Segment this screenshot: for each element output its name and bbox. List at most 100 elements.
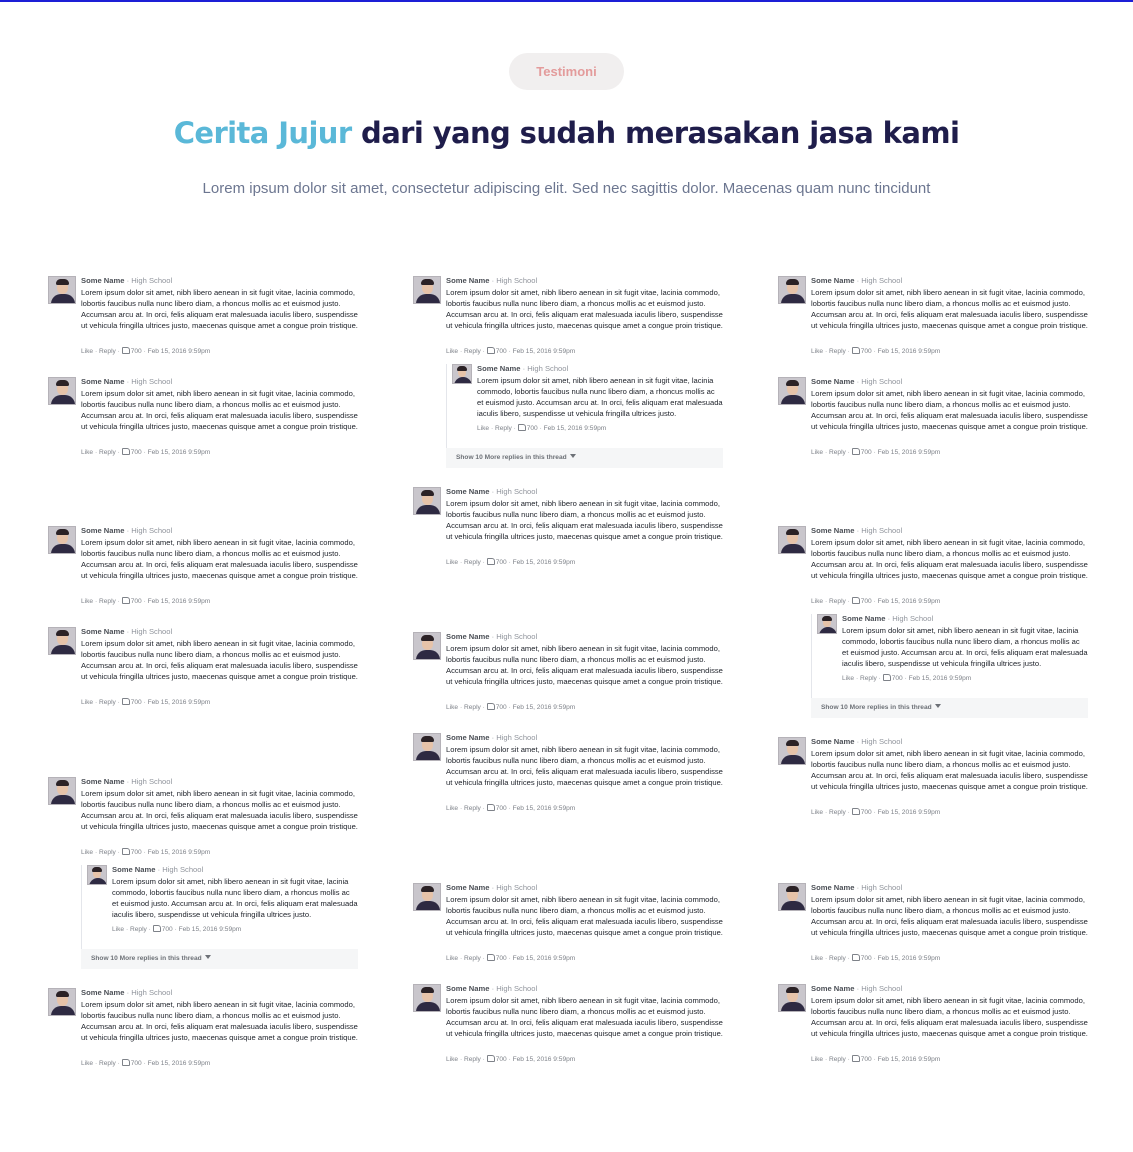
avatar[interactable] bbox=[48, 988, 76, 1016]
comment-date[interactable]: Feb 15, 2016 9:59pm bbox=[148, 598, 211, 605]
avatar[interactable] bbox=[778, 984, 806, 1012]
reply-link[interactable]: Reply bbox=[495, 425, 512, 432]
avatar[interactable] bbox=[48, 777, 76, 805]
like-link[interactable]: Like bbox=[446, 1056, 458, 1063]
comment-date[interactable]: Feb 15, 2016 9:59pm bbox=[148, 348, 211, 355]
reply-link[interactable]: Reply bbox=[130, 926, 147, 933]
commenter-name[interactable]: Some Name bbox=[446, 733, 489, 742]
avatar[interactable] bbox=[452, 364, 472, 384]
commenter-name[interactable]: Some Name bbox=[81, 526, 124, 535]
reply-link[interactable]: Reply bbox=[99, 598, 116, 605]
avatar[interactable] bbox=[87, 865, 107, 885]
reply-link[interactable]: Reply bbox=[464, 704, 481, 711]
avatar[interactable] bbox=[48, 627, 76, 655]
reply-date[interactable]: Feb 15, 2016 9:59pm bbox=[544, 425, 607, 432]
comment-date[interactable]: Feb 15, 2016 9:59pm bbox=[513, 805, 576, 812]
commenter-name[interactable]: Some Name bbox=[446, 883, 489, 892]
reply-link[interactable]: Reply bbox=[464, 955, 481, 962]
reply-link[interactable]: Reply bbox=[464, 559, 481, 566]
commenter-name[interactable]: Some Name bbox=[81, 276, 124, 285]
avatar[interactable] bbox=[48, 377, 76, 405]
avatar[interactable] bbox=[778, 883, 806, 911]
reply-link[interactable]: Reply bbox=[829, 348, 846, 355]
reply-link[interactable]: Reply bbox=[464, 1056, 481, 1063]
like-link[interactable]: Like bbox=[446, 805, 458, 812]
comment-date[interactable]: Feb 15, 2016 9:59pm bbox=[148, 449, 211, 456]
like-link[interactable]: Like bbox=[446, 559, 458, 566]
like-link[interactable]: Like bbox=[81, 1060, 93, 1067]
like-link[interactable]: Like bbox=[811, 1056, 823, 1063]
commenter-name[interactable]: Some Name bbox=[811, 276, 854, 285]
avatar[interactable] bbox=[778, 526, 806, 554]
comment-date[interactable]: Feb 15, 2016 9:59pm bbox=[878, 955, 941, 962]
reply-link[interactable]: Reply bbox=[464, 805, 481, 812]
comment-date[interactable]: Feb 15, 2016 9:59pm bbox=[878, 348, 941, 355]
reply-link[interactable]: Reply bbox=[99, 849, 116, 856]
like-link[interactable]: Like bbox=[811, 449, 823, 456]
commenter-name[interactable]: Some Name bbox=[81, 777, 124, 786]
reply-link[interactable]: Reply bbox=[464, 348, 481, 355]
reply-link[interactable]: Reply bbox=[99, 449, 116, 456]
like-link[interactable]: Like bbox=[811, 598, 823, 605]
comment-date[interactable]: Feb 15, 2016 9:59pm bbox=[513, 1056, 576, 1063]
like-link[interactable]: Like bbox=[81, 348, 93, 355]
comment-date[interactable]: Feb 15, 2016 9:59pm bbox=[148, 699, 211, 706]
reply-link[interactable]: Reply bbox=[829, 598, 846, 605]
reply-link[interactable]: Reply bbox=[860, 675, 877, 682]
like-link[interactable]: Like bbox=[446, 348, 458, 355]
replier-name[interactable]: Some Name bbox=[842, 614, 885, 623]
commenter-name[interactable]: Some Name bbox=[446, 487, 489, 496]
reply-link[interactable]: Reply bbox=[829, 809, 846, 816]
like-link[interactable]: Like bbox=[81, 849, 93, 856]
show-more-replies-button[interactable]: Show 10 More replies in this thread bbox=[81, 949, 358, 969]
commenter-name[interactable]: Some Name bbox=[81, 988, 124, 997]
comment-date[interactable]: Feb 15, 2016 9:59pm bbox=[878, 449, 941, 456]
comment-date[interactable]: Feb 15, 2016 9:59pm bbox=[513, 704, 576, 711]
comment-date[interactable]: Feb 15, 2016 9:59pm bbox=[878, 598, 941, 605]
replier-name[interactable]: Some Name bbox=[477, 364, 520, 373]
commenter-name[interactable]: Some Name bbox=[811, 984, 854, 993]
like-link[interactable]: Like bbox=[81, 699, 93, 706]
like-link[interactable]: Like bbox=[81, 598, 93, 605]
reply-link[interactable]: Reply bbox=[99, 348, 116, 355]
like-link[interactable]: Like bbox=[81, 449, 93, 456]
avatar[interactable] bbox=[778, 276, 806, 304]
avatar[interactable] bbox=[48, 276, 76, 304]
like-link[interactable]: Like bbox=[446, 704, 458, 711]
avatar[interactable] bbox=[413, 733, 441, 761]
comment-date[interactable]: Feb 15, 2016 9:59pm bbox=[148, 1060, 211, 1067]
comment-date[interactable]: Feb 15, 2016 9:59pm bbox=[878, 1056, 941, 1063]
like-link[interactable]: Like bbox=[112, 926, 124, 933]
like-link[interactable]: Like bbox=[811, 348, 823, 355]
like-link[interactable]: Like bbox=[811, 955, 823, 962]
like-link[interactable]: Like bbox=[477, 425, 489, 432]
avatar[interactable] bbox=[413, 883, 441, 911]
commenter-name[interactable]: Some Name bbox=[811, 377, 854, 386]
commenter-name[interactable]: Some Name bbox=[81, 627, 124, 636]
comment-date[interactable]: Feb 15, 2016 9:59pm bbox=[513, 559, 576, 566]
commenter-name[interactable]: Some Name bbox=[811, 737, 854, 746]
commenter-name[interactable]: Some Name bbox=[811, 883, 854, 892]
reply-date[interactable]: Feb 15, 2016 9:59pm bbox=[909, 675, 972, 682]
comment-date[interactable]: Feb 15, 2016 9:59pm bbox=[513, 348, 576, 355]
reply-link[interactable]: Reply bbox=[99, 699, 116, 706]
show-more-replies-button[interactable]: Show 10 More replies in this thread bbox=[446, 448, 723, 468]
commenter-name[interactable]: Some Name bbox=[446, 632, 489, 641]
like-link[interactable]: Like bbox=[446, 955, 458, 962]
avatar[interactable] bbox=[413, 276, 441, 304]
like-link[interactable]: Like bbox=[811, 809, 823, 816]
commenter-name[interactable]: Some Name bbox=[446, 984, 489, 993]
avatar[interactable] bbox=[778, 737, 806, 765]
reply-link[interactable]: Reply bbox=[829, 955, 846, 962]
like-link[interactable]: Like bbox=[842, 675, 854, 682]
replier-name[interactable]: Some Name bbox=[112, 865, 155, 874]
reply-link[interactable]: Reply bbox=[99, 1060, 116, 1067]
comment-date[interactable]: Feb 15, 2016 9:59pm bbox=[513, 955, 576, 962]
comment-date[interactable]: Feb 15, 2016 9:59pm bbox=[148, 849, 211, 856]
commenter-name[interactable]: Some Name bbox=[446, 276, 489, 285]
avatar[interactable] bbox=[778, 377, 806, 405]
show-more-replies-button[interactable]: Show 10 More replies in this thread bbox=[811, 698, 1088, 718]
reply-link[interactable]: Reply bbox=[829, 449, 846, 456]
reply-link[interactable]: Reply bbox=[829, 1056, 846, 1063]
avatar[interactable] bbox=[413, 632, 441, 660]
